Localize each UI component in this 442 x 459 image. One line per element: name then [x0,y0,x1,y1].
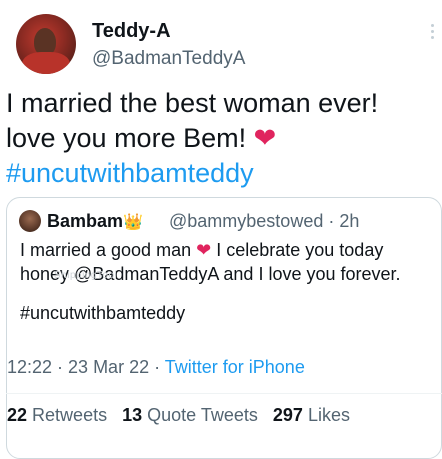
retweets-label: Retweets [32,405,108,425]
likes-stat[interactable]: 297 Likes [273,405,350,425]
author-avatar[interactable] [16,14,76,74]
quote-tweets-label: Quote Tweets [147,405,258,425]
quoted-tweet-hashtag: #uncutwithbamteddy [20,303,186,323]
author-handle[interactable]: @BadmanTeddyA [92,48,245,70]
tweet-line-2: love you more Bem! ❤ [6,121,436,156]
more-options-icon[interactable] [431,24,434,39]
watermark-text: ShippingTool [54,270,118,281]
quoted-text-before-heart: I married a good man [20,240,192,260]
likes-label: Likes [307,405,350,425]
dot [431,24,434,27]
heart-icon: ❤ [196,240,212,260]
tweet-line-2-text: love you more Bem! [6,123,247,153]
tweet-timestamp: 12:22 · 23 Mar 22 · Twitter for iPhone [7,357,305,378]
retweets-stat[interactable]: 22 Retweets [7,405,107,425]
quoted-author-name: Bambam👑 [47,211,143,232]
client-link[interactable]: Twitter for iPhone [165,357,305,377]
heart-icon: ❤ [253,123,277,153]
tweet-hashtag-link[interactable]: #uncutwithbamteddy [6,156,436,191]
crown-emoji: 👑 [123,214,143,231]
tweet-line-1: I married the best woman ever! [6,88,379,118]
time-date[interactable]: 12:22 · 23 Mar 22 · [7,357,165,377]
quoted-author-handle-time: @bammybestowed · 2h [169,211,360,231]
avatar-shirt [22,52,70,74]
author-display-name[interactable]: Teddy-A [92,20,171,43]
tweet-text: I married the best woman ever! love you … [6,86,436,191]
divider [6,393,442,394]
quoted-author-name-text: Bambam [47,211,124,231]
quoted-author-avatar [19,210,41,232]
likes-count: 297 [272,405,303,425]
quote-tweets-count: 13 [122,405,143,425]
dot [431,30,434,33]
retweets-count: 22 [7,405,28,425]
dot [431,36,434,39]
engagement-stats: 22 Retweets 13 Quote Tweets 297 Likes [7,405,350,426]
quote-tweets-stat[interactable]: 13 Quote Tweets [122,405,258,425]
